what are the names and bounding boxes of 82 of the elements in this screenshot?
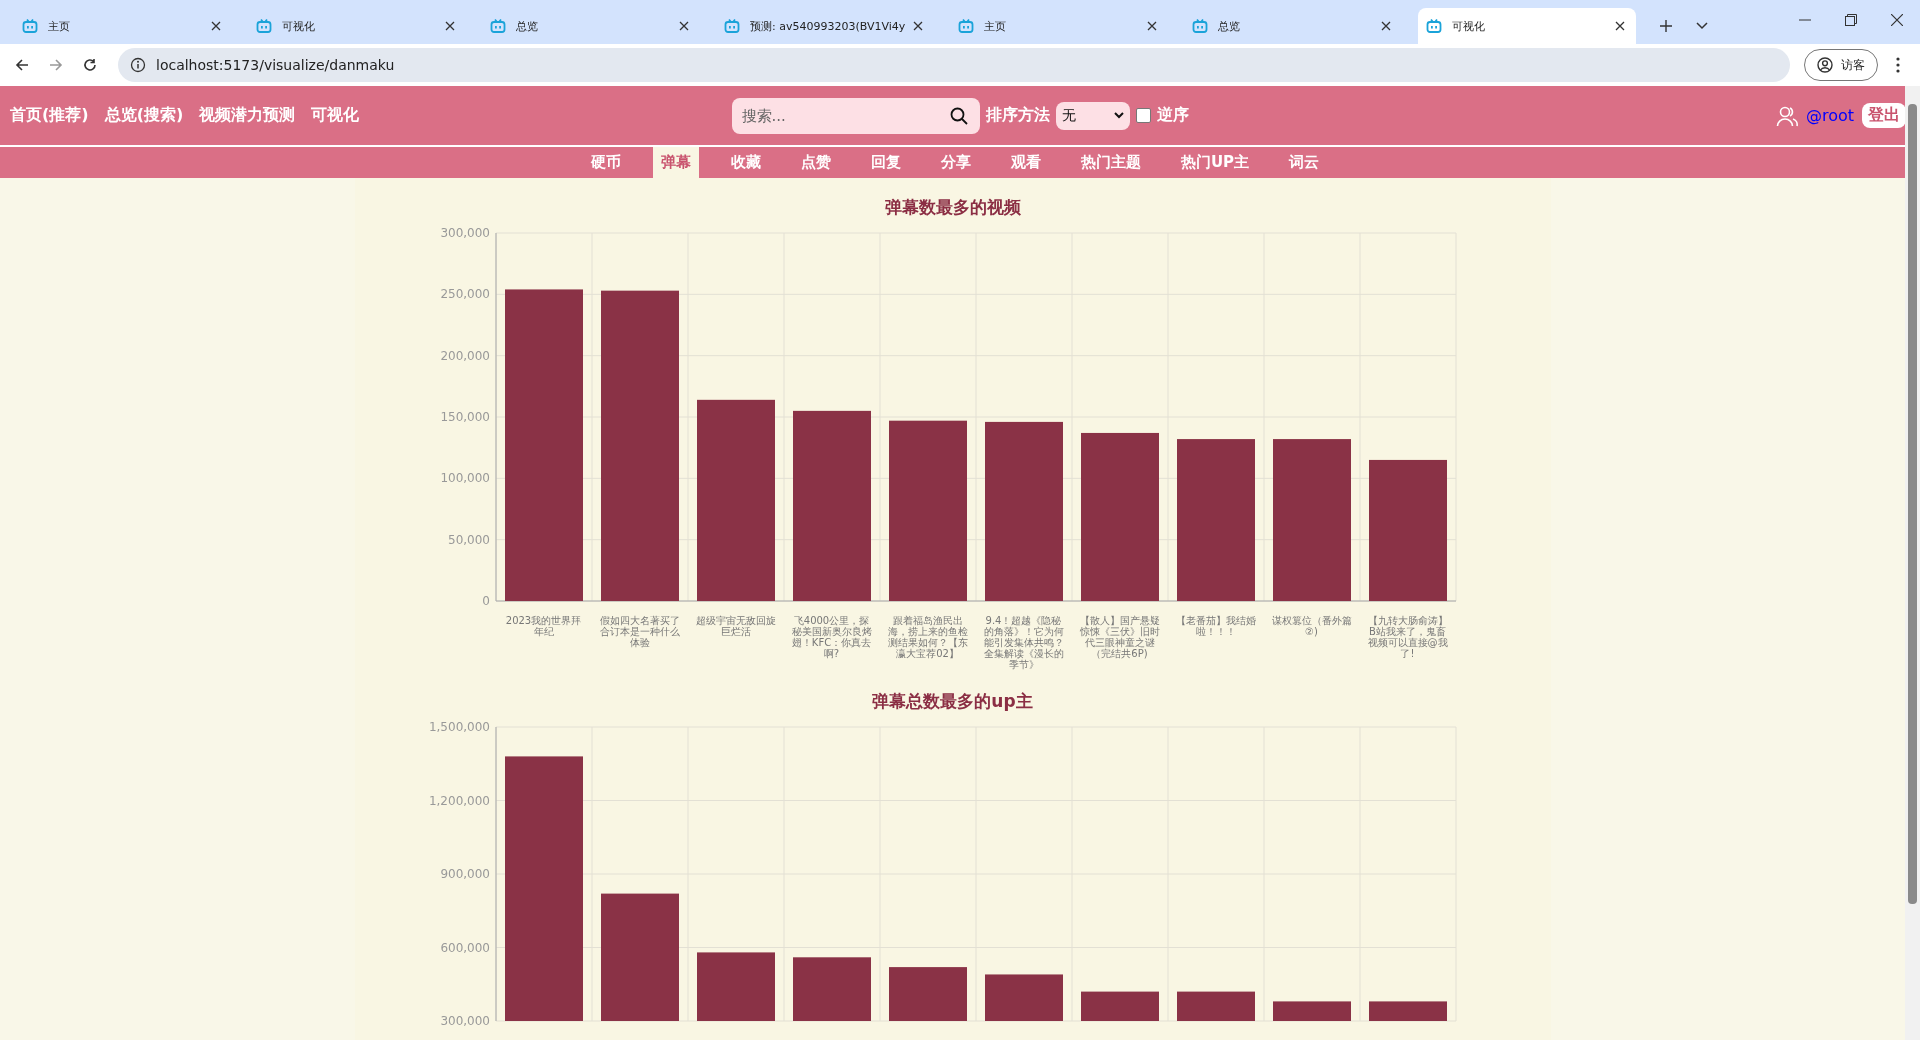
tab-title: 主页 <box>984 18 1007 34</box>
bar[interactable] <box>1272 1001 1351 1021</box>
reverse-checkbox[interactable] <box>1135 108 1151 123</box>
category-tab[interactable]: 硬币 <box>582 147 629 178</box>
x-axis-label: 【老番茄】我结婚啦！！！ <box>1175 615 1256 639</box>
tv-icon <box>490 18 506 34</box>
y-tick-label: 200,000 <box>439 348 490 363</box>
nav-link[interactable]: 可视化 <box>311 105 360 126</box>
bar[interactable] <box>984 974 1063 1021</box>
browser-tab[interactable]: 可视化 <box>248 8 466 44</box>
user-circle-icon <box>1817 57 1833 73</box>
sort-label: 排序方法 <box>985 105 1050 126</box>
category-tab[interactable]: 收藏 <box>722 147 769 178</box>
search-field[interactable]: 搜索... <box>731 97 980 134</box>
category-tab[interactable]: 回复 <box>862 147 909 178</box>
sort-dropdown[interactable]: 无 <box>1055 101 1130 130</box>
y-tick-label: 1,200,000 <box>428 793 490 808</box>
tv-icon <box>958 18 974 34</box>
tv-icon <box>22 18 38 34</box>
y-tick-label: 900,000 <box>439 867 490 881</box>
logout-button[interactable]: 登出 <box>1862 103 1906 128</box>
browser-tab[interactable]: 总览 <box>482 8 700 44</box>
nav-link[interactable]: 视频潜力预测 <box>199 105 296 126</box>
x-axis-label: 超级宇宙无敌回旋巨烂活 <box>695 615 776 639</box>
search-icon <box>949 106 968 125</box>
chart-title: 弹幕数最多的视频 <box>884 196 1021 219</box>
x-axis-label: 飞4000公里，探秘美国新奥尔良烤翅！KFC：你真去啊? <box>791 615 872 661</box>
browser-tab[interactable]: 可视化 <box>1418 8 1636 44</box>
tab-title: 可视化 <box>282 18 316 34</box>
browser-tab[interactable]: 主页 <box>14 8 232 44</box>
x-axis-label: 2023我的世界拜年纪 <box>504 615 583 639</box>
bar[interactable] <box>600 893 679 1021</box>
x-axis-label: 9.4！超越《隐秘的角落》！它为何能引发集体共鸣？全集解读《漫长的季节》 <box>983 615 1064 670</box>
bar[interactable] <box>1080 991 1159 1021</box>
y-tick-label: 1,500,000 <box>428 720 490 734</box>
info-icon <box>130 57 146 73</box>
chart-title: 弹幕总数最多的up主 <box>872 690 1033 713</box>
y-tick-label: 600,000 <box>439 940 490 955</box>
category-tab[interactable]: 分享 <box>932 147 979 178</box>
user-link[interactable]: @root <box>1805 106 1854 125</box>
users-icon <box>1775 104 1798 127</box>
nav-link[interactable]: 首页(推荐) <box>10 105 89 126</box>
x-axis-label: 假如四大名著买了合订本是一种什么体验 <box>599 615 680 650</box>
nav-link[interactable]: 总览(搜索) <box>104 105 184 126</box>
x-axis-label: 【九转大肠俞涛】B站我来了，鬼畜视频可以直接@我了! <box>1367 615 1448 661</box>
bar[interactable] <box>696 952 775 1021</box>
tab-title: 总览 <box>1218 18 1241 34</box>
tv-icon <box>724 18 740 34</box>
y-tick-label: 300,000 <box>439 226 490 240</box>
bar[interactable] <box>1176 991 1255 1021</box>
x-axis-label: 跟着福岛渔民出海，捞上来的鱼检测结果如何？【东瀛大宝荐02】 <box>887 615 968 661</box>
tv-icon <box>1192 18 1208 34</box>
bar[interactable] <box>792 957 871 1021</box>
y-tick-label: 0 <box>481 594 490 608</box>
category-tab[interactable]: 热门主题 <box>1072 147 1149 178</box>
category-tab[interactable]: 词云 <box>1281 147 1328 178</box>
category-tab[interactable]: 观看 <box>1002 147 1049 178</box>
browser-tab[interactable]: 预测: av540993203(BV1Vi4y <box>716 8 934 44</box>
tab-title: 主页 <box>48 18 71 34</box>
chevron-down-icon <box>1113 112 1124 119</box>
x-axis-label: 【散人】国产悬疑惊悚《三伏》旧时代三眼神童之谜（完结共6P) <box>1079 615 1160 661</box>
tv-icon <box>256 18 272 34</box>
browser-tab[interactable]: 主页 <box>950 8 1168 44</box>
tab-title: 预测: av540993203(BV1Vi4y <box>750 18 907 34</box>
address-bar[interactable]: localhost:5173/visualize/danmaku <box>118 48 1790 82</box>
y-tick-label: 150,000 <box>439 410 490 424</box>
tab-title: 总览 <box>516 18 539 34</box>
bar[interactable] <box>1368 1001 1447 1021</box>
category-tab[interactable]: 热门UP主 <box>1172 147 1258 178</box>
y-tick-label: 250,000 <box>439 287 490 302</box>
tab-title: 可视化 <box>1452 18 1486 34</box>
category-tab[interactable]: 弹幕 <box>652 147 699 178</box>
tv-icon <box>1426 18 1442 34</box>
url-text: localhost:5173/visualize/danmaku <box>156 57 395 73</box>
scrollbar[interactable] <box>1905 86 1920 1040</box>
x-axis-label: 谋权篡位（番外篇②) <box>1271 615 1352 639</box>
y-tick-label: 300,000 <box>439 1014 490 1028</box>
browser-tab[interactable]: 总览 <box>1184 8 1402 44</box>
category-tab[interactable]: 点赞 <box>792 147 839 178</box>
y-tick-label: 50,000 <box>447 532 490 547</box>
reverse-label: 逆序 <box>1156 105 1189 126</box>
y-tick-label: 100,000 <box>439 471 490 486</box>
